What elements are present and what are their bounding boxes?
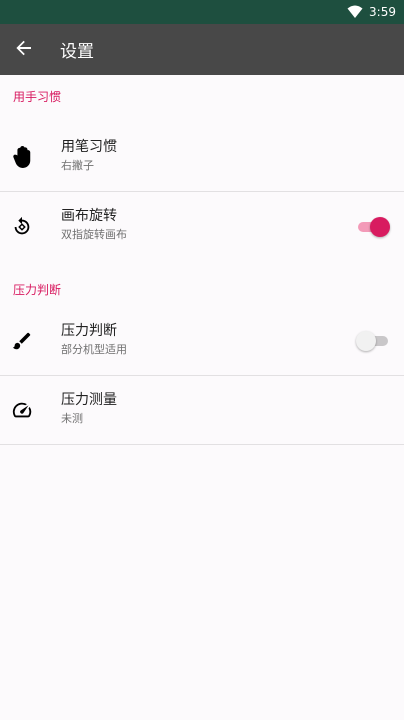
- setting-title: 压力判断: [61, 323, 117, 339]
- setting-title: 画布旋转: [61, 208, 117, 224]
- setting-title: 用笔习惯: [61, 139, 117, 155]
- hand-icon: [11, 146, 33, 168]
- canvas-rotate-toggle[interactable]: [358, 216, 390, 237]
- setting-pen-habit[interactable]: 用笔习惯 右撇子: [0, 123, 404, 192]
- rotate-icon: [11, 216, 33, 238]
- setting-title: 压力测量: [61, 392, 117, 408]
- back-button[interactable]: [0, 24, 48, 75]
- setting-subtitle: 部分机型适用: [61, 343, 127, 356]
- setting-subtitle: 右撇子: [61, 159, 94, 172]
- setting-canvas-rotate[interactable]: 画布旋转 双指旋转画布: [0, 192, 404, 261]
- status-time: 3:59: [369, 5, 396, 19]
- wifi-icon: [347, 5, 363, 19]
- pressure-detect-toggle[interactable]: [356, 331, 388, 351]
- arrow-back-icon: [16, 40, 32, 60]
- brush-icon: [11, 330, 33, 352]
- setting-subtitle: 未测: [61, 412, 83, 425]
- setting-subtitle: 双指旋转画布: [61, 228, 127, 241]
- page-title: 设置: [60, 42, 94, 62]
- setting-pressure-detect[interactable]: 压力判断 部分机型适用: [0, 307, 404, 376]
- speedometer-icon: [11, 399, 33, 421]
- setting-pressure-measure[interactable]: 压力测量 未测: [0, 376, 404, 445]
- section-header-hand-habit: 用手习惯: [13, 90, 62, 104]
- app-bar: 设置: [0, 24, 404, 75]
- status-bar: 3:59: [0, 0, 404, 24]
- section-header-pressure: 压力判断: [13, 283, 62, 297]
- switch-thumb: [370, 216, 390, 237]
- settings-list: 用手习惯 用笔习惯 右撇子 画布旋转 双指旋转画布 压力判断 压力判断 部分机型…: [0, 75, 404, 445]
- switch-thumb: [356, 331, 376, 351]
